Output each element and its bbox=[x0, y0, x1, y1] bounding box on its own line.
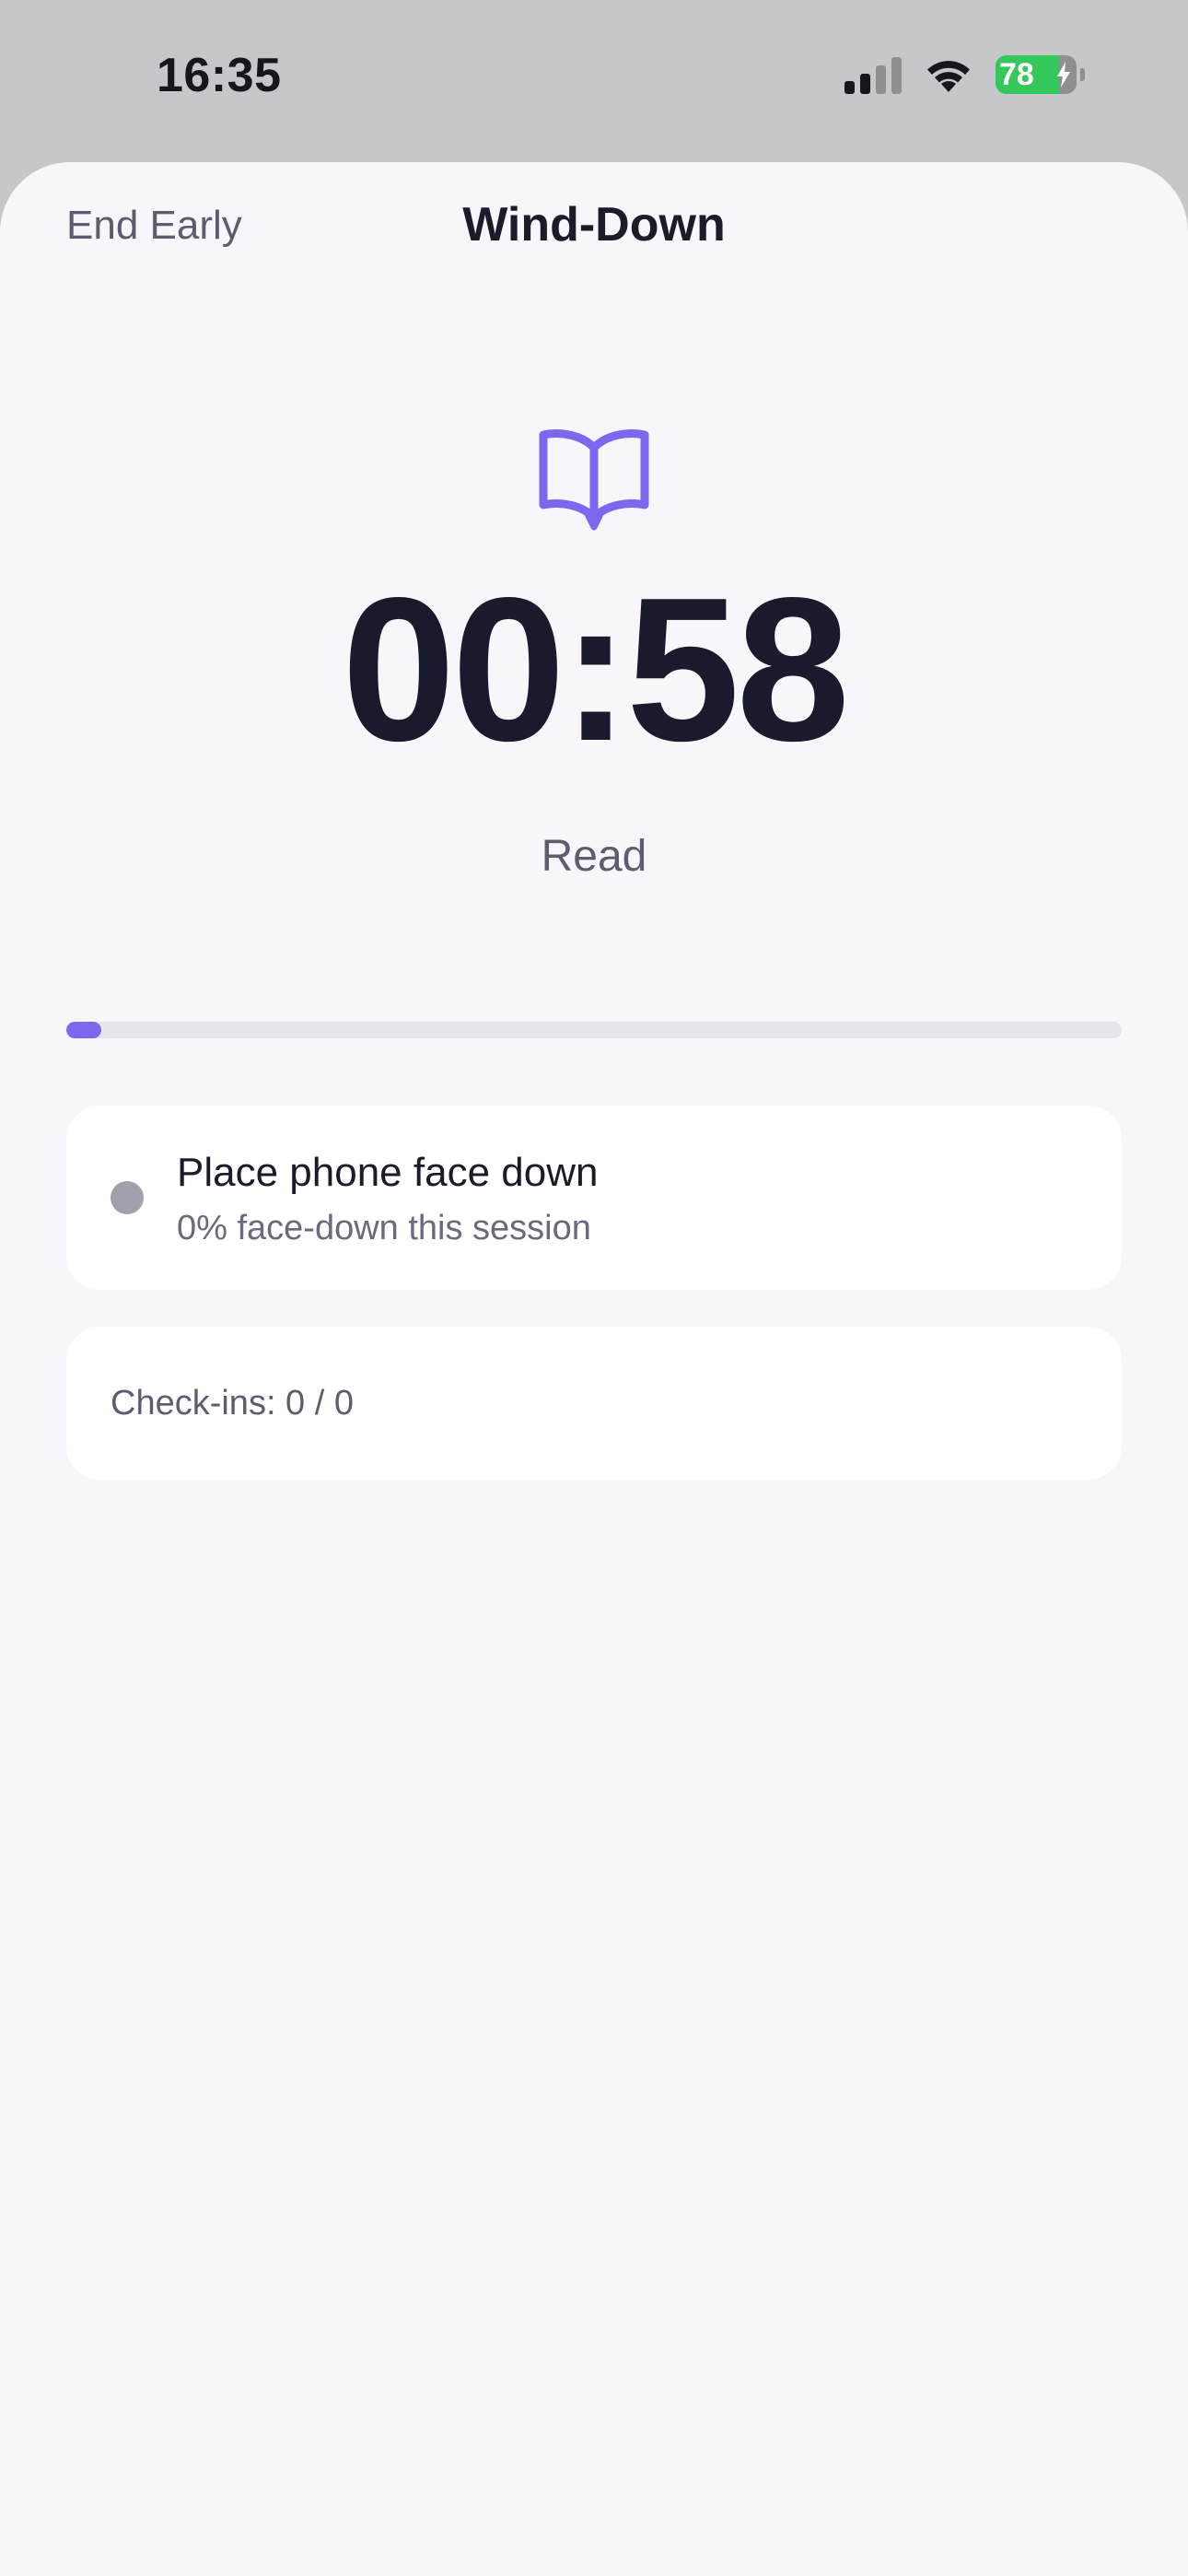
wifi-icon bbox=[922, 55, 975, 94]
face-down-subtitle: 0% face-down this session bbox=[177, 1209, 591, 1247]
session-progress-fill bbox=[66, 1022, 101, 1038]
face-down-card: Place phone face down 0% face-down this … bbox=[66, 1106, 1122, 1290]
face-down-status-dot bbox=[111, 1181, 144, 1214]
wind-down-sheet: End Early Wind-Down 00:58 Read Place pho… bbox=[0, 162, 1188, 2576]
session-timer: 00:58 bbox=[342, 556, 850, 784]
book-open-icon bbox=[539, 429, 649, 531]
page-title: Wind-Down bbox=[462, 198, 726, 252]
status-bar: 16:35 78 bbox=[0, 0, 1188, 162]
status-indicators: 78 bbox=[844, 55, 1085, 94]
signal-icon bbox=[844, 55, 902, 94]
check-ins-count: Check-ins: 0 / 0 bbox=[111, 1384, 354, 1423]
face-down-title: Place phone face down bbox=[177, 1150, 599, 1195]
status-time: 16:35 bbox=[157, 49, 282, 102]
battery-percent: 78 bbox=[999, 57, 1034, 92]
activity-label: Read bbox=[541, 832, 647, 881]
battery-nub bbox=[1080, 68, 1085, 81]
charging-bolt-icon bbox=[1057, 62, 1070, 88]
session-progress-bar bbox=[66, 1022, 1122, 1038]
battery-charging-icon: 78 bbox=[996, 55, 1077, 94]
check-ins-card: Check-ins: 0 / 0 bbox=[66, 1327, 1122, 1480]
